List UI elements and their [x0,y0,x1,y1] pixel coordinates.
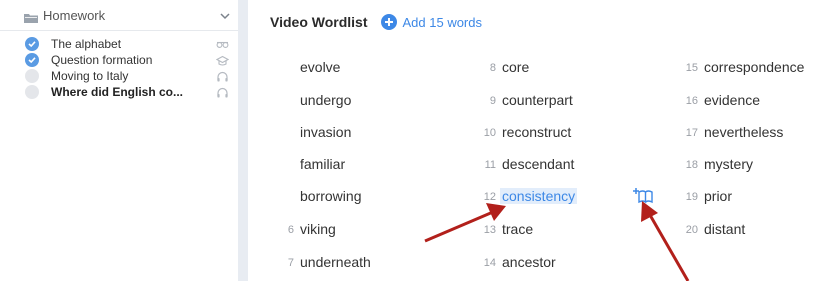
check-icon [25,37,39,51]
word-text[interactable]: ancestor [502,254,556,270]
word-text[interactable]: prior [704,188,732,204]
add-to-book-icon[interactable] [631,187,653,204]
word-item[interactable]: 19 prior [686,188,732,206]
list-item-label: The alphabet [51,37,122,51]
panel-divider [238,0,248,281]
word-number: 8 [489,62,496,74]
plus-circle-icon [380,14,397,30]
word-text[interactable]: invasion [300,124,351,140]
word-text[interactable]: descendant [502,156,574,172]
word-number: 15 [685,62,698,74]
word-text[interactable]: distant [704,221,745,237]
word-item[interactable]: 6 viking [288,221,336,239]
list-item-label: Where did English co... [51,85,184,99]
word-text[interactable]: evolve [300,59,340,75]
word-text[interactable]: evidence [704,92,760,108]
wordlist-title: Video Wordlist [270,14,368,30]
video-icon [216,38,229,50]
word-text[interactable]: counterpart [502,92,573,108]
word-item[interactable]: 11 descendant [485,156,575,174]
homework-folder-header[interactable]: Homework [0,0,238,31]
word-number: 7 [287,257,294,269]
word-number: 10 [483,127,496,139]
word-number: 20 [685,224,698,236]
word-text[interactable]: nevertheless [704,124,783,140]
chevron-down-icon[interactable] [219,9,231,21]
folder-title: Homework [43,7,106,23]
word-number: 11 [484,159,496,171]
check-circle-empty-icon [25,85,39,99]
word-text[interactable]: mystery [704,156,753,172]
headphones-icon [216,86,229,98]
word-text[interactable]: correspondence [704,59,804,75]
word-text[interactable]: undergo [300,92,351,108]
wordlist-header: Video Wordlist Add 15 words [270,14,482,30]
word-item[interactable]: 16 evidence [686,92,760,110]
word-text[interactable]: underneath [300,254,371,270]
word-item[interactable]: undergo [300,92,351,110]
word-item[interactable]: 13 trace [484,221,533,239]
word-number: 14 [483,257,496,269]
list-item-label: Moving to Italy [51,69,129,83]
word-item[interactable]: familiar [300,156,345,174]
list-item-label: Question formation [51,53,153,67]
add-words-button[interactable]: Add 15 words [380,14,483,30]
word-item[interactable]: borrowing [300,188,361,206]
word-number: 6 [287,224,294,236]
word-item[interactable]: 18 mystery [686,156,753,174]
word-number: 12 [483,191,496,203]
word-number: 19 [685,191,698,203]
add-words-label: Add 15 words [402,14,483,30]
word-item[interactable]: 15 correspondence [686,59,805,77]
word-item[interactable]: evolve [300,59,340,77]
word-text[interactable]: reconstruct [502,124,571,140]
list-item[interactable]: Moving to Italy [0,68,238,84]
word-item[interactable]: 10 reconstruct [484,124,572,142]
word-text[interactable]: viking [300,221,336,237]
word-text[interactable]: borrowing [300,188,361,204]
word-text-highlighted[interactable]: consistency [500,188,578,204]
graduation-cap-icon [215,54,230,66]
word-number: 16 [685,95,698,107]
word-item[interactable]: 14 ancestor [484,254,556,272]
list-item[interactable]: The alphabet [0,36,238,52]
word-item[interactable]: 9 counterpart [490,92,573,110]
list-item[interactable]: Question formation [0,52,238,68]
word-number: 13 [483,224,496,236]
check-icon [25,53,39,67]
word-item[interactable]: invasion [300,124,351,142]
word-item-highlighted[interactable]: 12 consistency [484,188,578,206]
word-text[interactable]: trace [502,221,533,237]
folder-icon [24,10,38,23]
word-item[interactable]: 17 nevertheless [686,124,784,142]
word-item[interactable]: 8 core [490,59,529,77]
word-text[interactable]: familiar [300,156,345,172]
word-number: 17 [685,127,698,139]
word-number: 9 [489,95,496,107]
headphones-icon [216,70,229,82]
sidebar: Homework The alphabet Question formation [0,0,238,281]
word-item[interactable]: 20 distant [686,221,746,239]
homework-list: The alphabet Question formation Moving t… [0,36,238,100]
check-circle-empty-icon [25,69,39,83]
word-text[interactable]: core [502,59,529,75]
list-item[interactable]: Where did English co... [0,84,238,100]
wordlist-panel: Video Wordlist Add 15 words evolve under… [248,0,824,281]
word-number: 18 [685,159,698,171]
word-item[interactable]: 7 underneath [288,254,371,272]
